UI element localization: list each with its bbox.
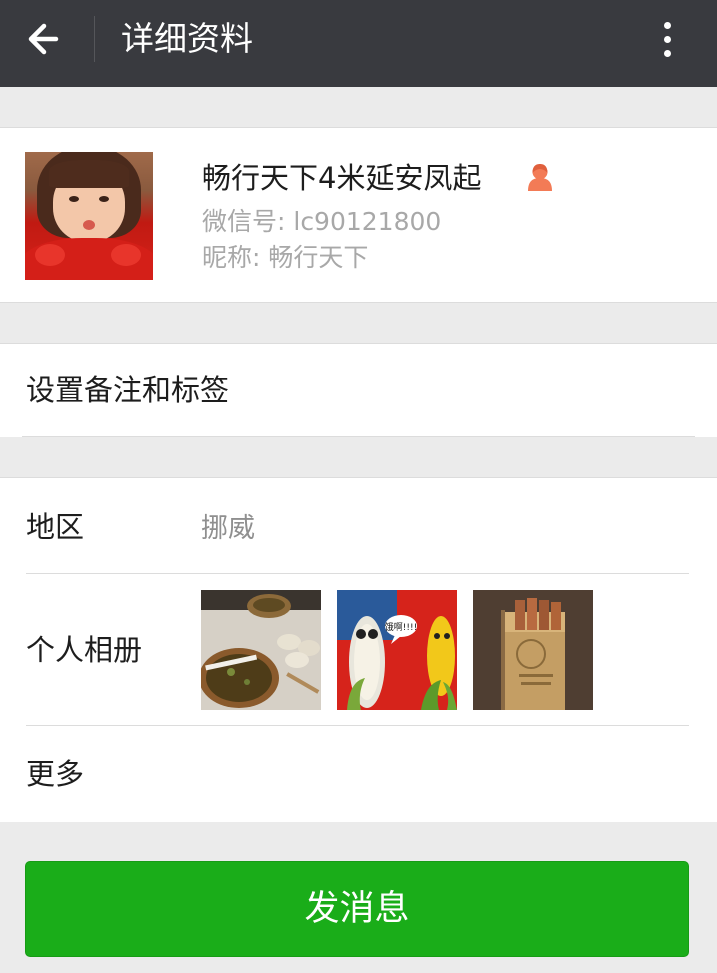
wechat-id: 微信号: lc90121800 (202, 207, 442, 236)
send-message-button[interactable]: 发消息 (25, 861, 689, 957)
more-label: 更多 (26, 757, 85, 791)
divider (26, 573, 689, 574)
avatar[interactable] (25, 152, 153, 280)
more-vertical-icon (664, 22, 671, 29)
album-photo-1[interactable] (201, 590, 321, 710)
info-card: 地区 挪威 个人相册 饿啊!!!! 更多 (0, 477, 717, 822)
top-bar: 详细资料 (0, 0, 717, 87)
female-icon (528, 164, 552, 191)
album-label: 个人相册 (26, 633, 143, 667)
set-remark-label: 设置备注和标签 (26, 373, 230, 407)
set-remark-row[interactable]: 设置备注和标签 (0, 343, 717, 437)
topbar-divider (94, 16, 95, 62)
divider (22, 436, 695, 437)
album-photo-3[interactable] (473, 590, 593, 710)
back-button[interactable] (22, 18, 72, 62)
region-value: 挪威 (201, 513, 255, 544)
album-photo-2[interactable]: 饿啊!!!! (337, 590, 457, 710)
nickname: 昵称: 畅行天下 (202, 243, 369, 272)
region-label: 地区 (26, 510, 85, 544)
arrow-left-icon (28, 23, 59, 55)
page-title: 详细资料 (121, 19, 253, 58)
profile-name: 畅行天下4米延安凤起 (202, 161, 482, 195)
divider (26, 725, 689, 726)
more-options-button[interactable] (650, 16, 686, 62)
speech-bubble-text: 饿啊!!!! (385, 621, 417, 633)
